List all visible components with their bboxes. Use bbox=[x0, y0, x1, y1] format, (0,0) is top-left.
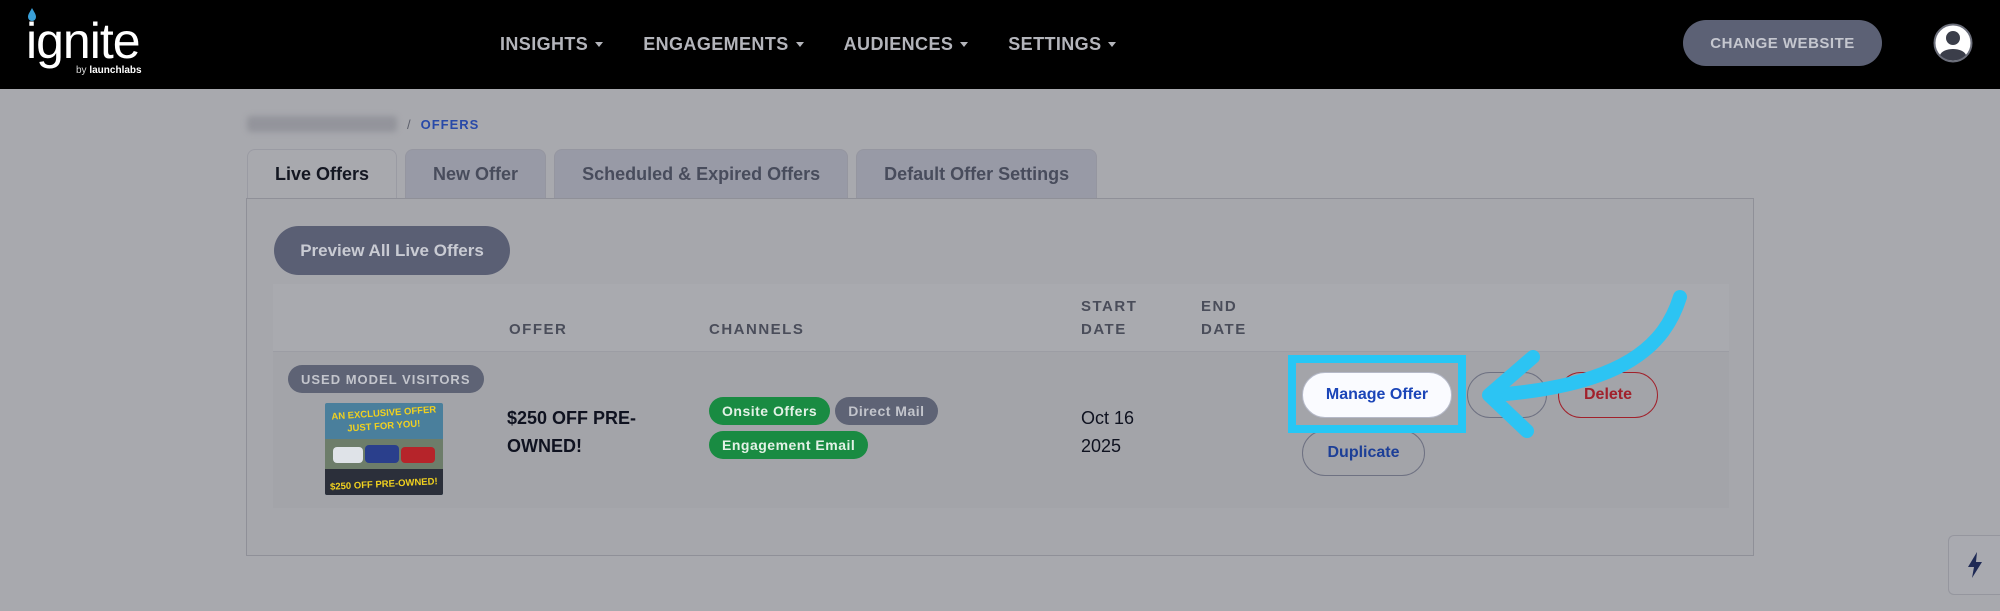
nav-settings[interactable]: SETTINGS bbox=[1008, 34, 1117, 55]
caret-down-icon bbox=[960, 42, 969, 47]
caret-down-icon bbox=[595, 42, 604, 47]
offer-title: $250 OFF PRE-OWNED! bbox=[507, 408, 637, 456]
duplicate-button[interactable]: Duplicate bbox=[1302, 430, 1425, 476]
offer-thumbnail[interactable]: AN EXCLUSIVE OFFER JUST FOR YOU! $250 OF… bbox=[325, 403, 443, 495]
tab-default-settings[interactable]: Default Offer Settings bbox=[856, 149, 1098, 198]
user-circle-icon[interactable] bbox=[1933, 23, 1973, 63]
nav-engagements-label: ENGAGEMENTS bbox=[643, 34, 789, 54]
caret-down-icon bbox=[1108, 42, 1117, 47]
channel-direct-mail: Direct Mail bbox=[835, 397, 938, 425]
breadcrumb: / OFFERS bbox=[247, 116, 479, 132]
offer-tabs: Live Offers New Offer Scheduled & Expire… bbox=[247, 149, 1098, 198]
nav-audiences[interactable]: AUDIENCES bbox=[844, 34, 969, 55]
segment-badge: USED MODEL VISITORS bbox=[288, 365, 484, 393]
tab-new-offer[interactable]: New Offer bbox=[405, 149, 547, 198]
tab-scheduled-expired[interactable]: Scheduled & Expired Offers bbox=[554, 149, 849, 198]
ignite-logo[interactable]: ignite by launchlabs bbox=[26, 8, 176, 80]
nav-audiences-label: AUDIENCES bbox=[843, 34, 954, 54]
caret-down-icon bbox=[795, 42, 804, 47]
column-channels: CHANNELS bbox=[709, 321, 805, 338]
lightning-bolt-icon bbox=[1967, 552, 1982, 578]
logo-wordmark: ignite bbox=[26, 13, 141, 69]
top-navbar: ignite by launchlabs INSIGHTS ENGAGEMENT… bbox=[0, 0, 2000, 89]
preview-all-button[interactable]: Preview All Live Offers bbox=[274, 226, 510, 275]
channel-onsite-offers: Onsite Offers bbox=[709, 397, 831, 425]
logo-byline: by launchlabs bbox=[76, 65, 142, 76]
main-nav: INSIGHTS ENGAGEMENTS AUDIENCES SETTINGS bbox=[500, 0, 1117, 89]
column-offer: OFFER bbox=[509, 321, 568, 338]
pointer-arrow-icon bbox=[1482, 290, 1687, 438]
channel-engagement-email: Engagement Email bbox=[709, 431, 869, 459]
column-start-date: START DATE bbox=[1081, 298, 1138, 338]
nav-insights-label: INSIGHTS bbox=[500, 34, 589, 54]
nav-settings-label: SETTINGS bbox=[1008, 34, 1102, 54]
start-date-value: Oct 16 2025 bbox=[1081, 408, 1135, 456]
nav-insights[interactable]: INSIGHTS bbox=[500, 34, 604, 55]
highlight-box bbox=[1288, 355, 1466, 433]
quick-action-tab[interactable] bbox=[1948, 535, 2000, 595]
breadcrumb-current: OFFERS bbox=[420, 116, 480, 132]
change-website-button[interactable]: CHANGE WEBSITE bbox=[1683, 20, 1882, 66]
breadcrumb-separator: / bbox=[407, 116, 411, 132]
breadcrumb-dealer-redacted[interactable] bbox=[247, 116, 397, 132]
channel-chips: Onsite Offers Direct Mail Engagement Ema… bbox=[709, 397, 969, 459]
nav-engagements[interactable]: ENGAGEMENTS bbox=[643, 34, 804, 55]
column-end-date: END DATE bbox=[1201, 298, 1247, 338]
tab-live-offers[interactable]: Live Offers bbox=[247, 149, 398, 198]
